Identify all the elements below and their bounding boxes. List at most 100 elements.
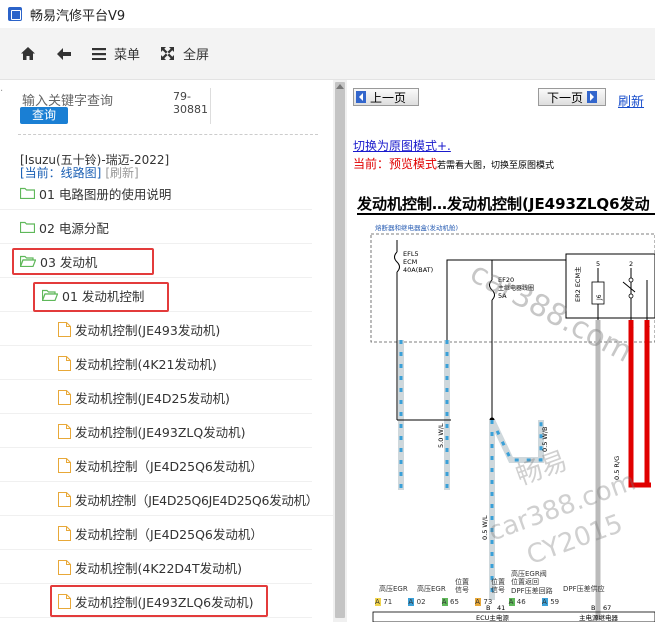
- next-page-label: 下一页: [547, 90, 584, 105]
- tree-folder-item[interactable]: 02 电源分配: [0, 211, 312, 244]
- pin-label: A: [408, 598, 415, 606]
- query-button[interactable]: 查询: [20, 107, 68, 124]
- fullscreen-label: 全屏: [183, 48, 210, 63]
- divider: [18, 134, 318, 135]
- tree-item-label: 发动机控制(4K21发动机): [75, 356, 217, 372]
- tree-item-label: 发动机控制(4K22D4T发动机): [75, 560, 243, 576]
- file-icon: [58, 457, 71, 473]
- fuse-icon: [489, 279, 495, 301]
- viewer-panel: 上一页 下一页 刷新 切换为原图模式+. 当前：预览模式若需看大图，切换至原图模…: [347, 80, 655, 622]
- fuse-icon: [394, 251, 400, 273]
- toolbar: 菜单 全屏: [0, 28, 655, 80]
- pin-label: 71: [383, 598, 393, 606]
- pin-label: A: [375, 598, 381, 606]
- file-icon: [58, 321, 71, 337]
- tree-item-label: 发动机控制(JE493发动机): [75, 322, 221, 338]
- current-mode-label: 当前：预览模式: [353, 157, 438, 171]
- pin-label: 65: [450, 598, 459, 606]
- scrollbar-thumb[interactable]: [335, 82, 345, 618]
- relay-pin: 2: [629, 260, 633, 268]
- relay-label: ER2 ECM主: [573, 266, 582, 302]
- fuse2-line1: EF20: [498, 276, 514, 284]
- fuse1-line3: 40A(BAT): [403, 266, 433, 274]
- tree-item-label: 发动机控制(JE4D25发动机): [75, 390, 230, 406]
- fullscreen-button[interactable]: 全屏: [160, 39, 209, 69]
- divider: [210, 88, 211, 124]
- menu-button[interactable]: 菜单: [92, 39, 140, 69]
- home-button[interactable]: [20, 39, 36, 69]
- app-icon: [8, 7, 22, 21]
- pin-label: 59: [550, 598, 560, 606]
- relay-pin: 5: [596, 260, 600, 268]
- refresh-link[interactable]: 刷新: [618, 91, 644, 110]
- file-icon: [58, 525, 71, 541]
- folder-icon: [20, 221, 35, 233]
- highlight-box: [12, 248, 154, 275]
- tree-file-item[interactable]: 发动机控制(JE4D25发动机): [0, 381, 312, 414]
- signal-label: 位置信号: [455, 578, 469, 594]
- fullscreen-icon: [161, 47, 175, 60]
- file-icon: [58, 491, 71, 507]
- pin-label: A: [475, 598, 482, 606]
- fuse2-line3: 5A: [498, 292, 507, 300]
- pin-label: 73: [483, 598, 493, 606]
- file-icon: [58, 423, 71, 439]
- signal-labels: 高压EGR 高压EGR 位置信号 位置信号 高压EGR阀位置返回 DPF压差回路…: [351, 570, 655, 622]
- current-mode-hint: 若需看大图，切换至原图模式: [437, 161, 555, 171]
- tree-file-item[interactable]: 发动机控制(4K21发动机): [0, 347, 312, 380]
- pin-label: 46: [516, 598, 526, 606]
- wire-label: 0.5 R/G: [613, 456, 621, 480]
- wire-0.5-WB: [489, 418, 544, 463]
- corner-dot: ·: [0, 86, 4, 97]
- left-scrollbar[interactable]: [333, 80, 347, 622]
- signal-label: 位置信号: [491, 578, 505, 594]
- tree-item-label: 发动机控制（JE4D25Q6发动机）: [75, 526, 263, 542]
- window-title: 畅易汽修平台V9: [30, 8, 126, 24]
- signal-label: 高压EGR阀位置返回: [511, 570, 547, 586]
- wire-label: 5.0 W/L: [437, 423, 445, 448]
- tree-item-label: 02 电源分配: [39, 220, 109, 236]
- bottom-pins: A 71 A 02 A 65 A 73 A 46 A 59: [375, 598, 559, 606]
- signal-label: 高压EGR: [379, 585, 408, 593]
- menu-label: 菜单: [114, 48, 141, 63]
- pin-label: A: [508, 598, 515, 606]
- relay-box-label: J6: [596, 294, 603, 301]
- file-icon: [58, 559, 71, 575]
- wire-5.0-WL: [397, 340, 451, 490]
- back-button[interactable]: [56, 39, 72, 69]
- signal-label: DPF压差回路: [511, 587, 553, 595]
- folder-icon: [20, 187, 35, 199]
- highlight-box: [33, 282, 169, 312]
- signal-label: DPF压差供应: [563, 585, 605, 593]
- fuse-box-label: 熔断器和继电器盒(发动机舱): [375, 223, 458, 232]
- tree-file-item[interactable]: 发动机控制(4K22D4T发动机): [0, 551, 312, 584]
- switch-mode-link[interactable]: 切换为原图模式+.: [353, 137, 451, 154]
- tree-file-item[interactable]: 发动机控制（JE4D25Q6发动机）: [0, 449, 312, 482]
- signal-label: 高压EGR: [417, 585, 446, 593]
- file-icon: [58, 389, 71, 405]
- title-bar: 畅易汽修平台V9: [0, 0, 655, 28]
- prev-page-button[interactable]: 上一页: [353, 88, 419, 106]
- back-arrow-icon: [57, 47, 71, 60]
- home-icon: [21, 47, 35, 60]
- tree-folder-item[interactable]: 01 电路图册的使用说明: [0, 177, 312, 210]
- tree-file-item[interactable]: 发动机控制(JE493发动机): [0, 313, 312, 346]
- pin-label: 02: [416, 598, 426, 606]
- wire-0.5-WL-2: [489, 417, 495, 600]
- wiring-diagram[interactable]: 熔断器和继电器盒(发动机舱) EFL5 ECM 40A(BAT) EF20 主继…: [351, 220, 655, 622]
- pin-label: A: [441, 598, 448, 606]
- tree-file-item[interactable]: 发动机控制(JE493ZLQ发动机): [0, 415, 312, 448]
- tree-file-item[interactable]: 发动机控制（JE4D25Q6JE4D25Q6发动机）: [0, 483, 333, 516]
- wire-label: 0.5 W/B: [541, 427, 549, 452]
- tree-item-label: 发动机控制（JE4D25Q6发动机）: [75, 458, 263, 474]
- search-id-text: 79-30881: [173, 90, 208, 116]
- next-page-button[interactable]: 下一页: [538, 88, 606, 106]
- fuse2-line2: 主继电器线圈: [498, 284, 534, 292]
- tree-file-item[interactable]: 发动机控制（JE4D25Q6发动机）: [0, 517, 312, 550]
- left-panel: · 输入关键字查询 79-30881 查询 [Isuzu(五十铃)-瑞迈-202…: [0, 80, 333, 622]
- highlight-box: [50, 585, 268, 617]
- wire-label: 0.5 W/L: [481, 515, 489, 540]
- fuse1-line1: EFL5: [403, 250, 419, 258]
- scroll-up-icon[interactable]: [336, 84, 344, 89]
- wire-0.5-RG: [628, 320, 651, 488]
